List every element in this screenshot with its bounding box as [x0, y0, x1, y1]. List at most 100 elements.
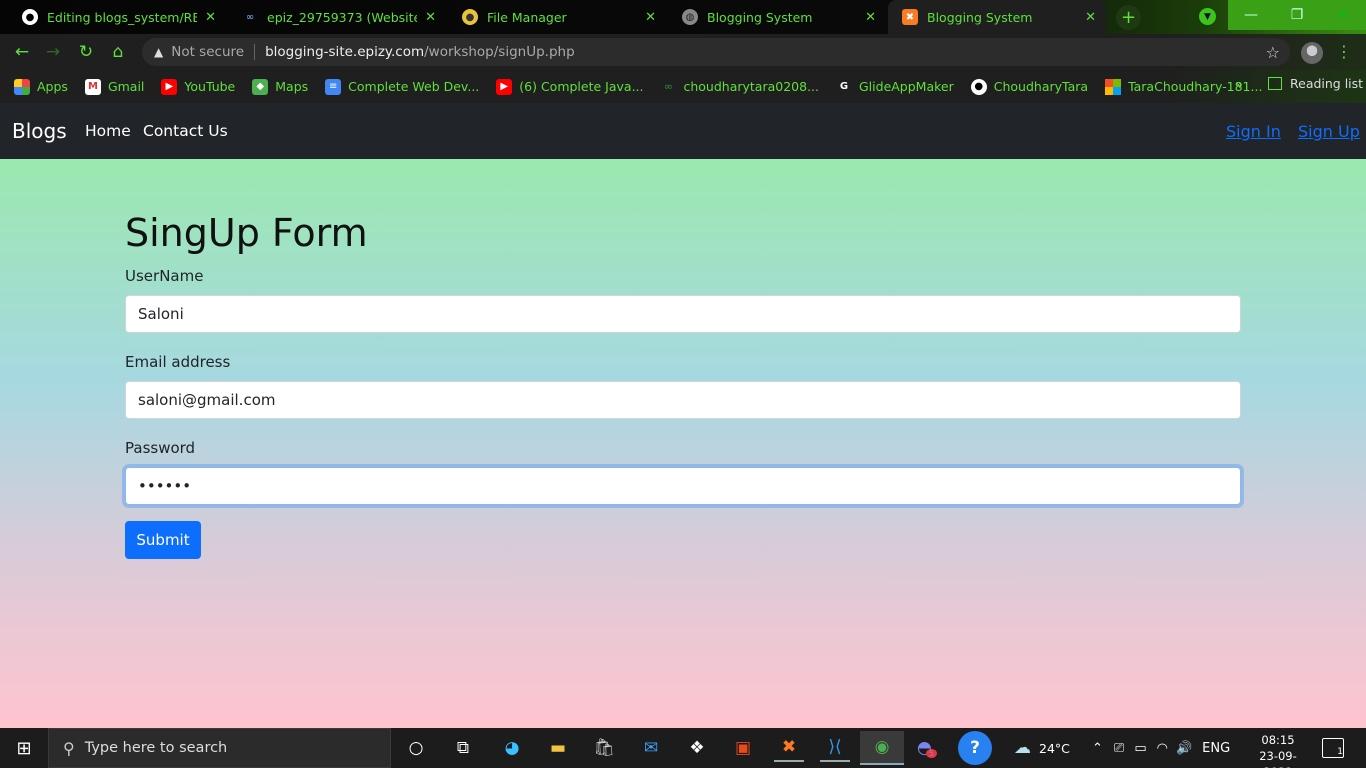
youtube-icon: ▶ — [161, 78, 178, 95]
help-icon[interactable]: ? — [958, 731, 992, 765]
reload-icon[interactable]: ↻ — [74, 41, 98, 63]
github-icon: ● — [22, 9, 38, 25]
password-input[interactable] — [125, 467, 1241, 505]
bookmark-star-icon[interactable]: ☆ — [1266, 43, 1280, 62]
close-icon[interactable]: ✕ — [645, 10, 656, 25]
bookmark-youtube[interactable]: ▶ YouTube — [161, 78, 236, 95]
bookmark-label: ChoudharyTara — [993, 79, 1089, 94]
bookmark-maps[interactable]: ◆ Maps — [252, 78, 309, 95]
windows-start-icon[interactable]: ⊞ — [0, 728, 48, 768]
close-icon[interactable]: ✕ — [1085, 10, 1096, 25]
bookmark-github[interactable]: ● ChoudharyTara — [970, 78, 1089, 95]
new-tab-button[interactable]: + — [1116, 5, 1141, 30]
username-label: UserName — [125, 267, 204, 285]
bookmark-web-dev[interactable]: ≡ Complete Web Dev... — [325, 78, 480, 95]
tab-blogging-system-active[interactable]: ✖ Blogging System ✕ — [888, 0, 1106, 34]
bookmark-gfg[interactable]: ∞ choudharytara0208... — [660, 79, 819, 95]
tray-icons: ⌃ ⎚ ▭ ◠ 🔊 ENG — [1092, 728, 1230, 768]
warning-icon: ▲ — [154, 45, 164, 59]
globe-icon: ◍ — [682, 9, 698, 25]
edge-icon[interactable]: ◕ — [497, 734, 527, 762]
bookmark-apps[interactable]: Apps — [14, 78, 68, 95]
battery-icon[interactable]: ▭ — [1134, 741, 1146, 756]
tab-file-manager[interactable]: ● File Manager ✕ — [448, 0, 666, 34]
close-icon[interactable]: ✕ — [425, 10, 436, 25]
sign-up-link[interactable]: Sign Up — [1298, 122, 1360, 141]
bookmark-label: choudharytara0208... — [683, 79, 819, 94]
dropbox-icon[interactable]: ❖ — [682, 734, 712, 762]
reading-list-label: Reading list — [1290, 76, 1364, 91]
chrome-icon[interactable]: ◉ — [860, 731, 904, 765]
bookmark-label: YouTube — [184, 79, 236, 94]
site-brand[interactable]: Blogs — [12, 119, 67, 143]
task-view-icon[interactable]: ⧉ — [448, 734, 478, 762]
mail-icon[interactable]: ✉ — [636, 734, 666, 762]
chevron-up-icon[interactable]: ⌃ — [1092, 741, 1103, 756]
search-icon: ⚲ — [63, 738, 75, 758]
submit-button[interactable]: Submit — [125, 521, 201, 559]
clock-time: 08:15 — [1261, 733, 1295, 747]
gmail-icon: M — [84, 78, 101, 95]
store-icon[interactable]: 🛍 — [589, 734, 619, 762]
clock[interactable]: 08:15 23-09-2021 — [1250, 732, 1306, 768]
xampp-icon[interactable]: ✖ — [774, 734, 804, 762]
reading-list-button[interactable]: Reading list — [1268, 76, 1363, 91]
notification-center-icon[interactable]: 1 — [1322, 738, 1344, 758]
taskbar: ⊞ ⚲ Type here to search ○ ⧉ ◕ ▬ 🛍 ✉ ❖ ▣ … — [0, 728, 1366, 768]
microsoft-icon — [1105, 78, 1122, 95]
xampp-icon: ✖ — [902, 9, 918, 25]
url-host: blogging-site.epizy.com — [265, 44, 425, 60]
meet-now-icon[interactable]: ⎚ — [1114, 741, 1124, 756]
more-bookmarks-button[interactable]: » — [1235, 78, 1243, 93]
username-input[interactable] — [125, 295, 1241, 333]
bookmark-label: Gmail — [107, 79, 145, 94]
office-icon[interactable]: ▣ — [728, 734, 758, 762]
minimize-button[interactable]: — — [1228, 0, 1274, 30]
discord-icon[interactable]: ◓ 5 — [912, 734, 942, 762]
tab-readme[interactable]: ● Editing blogs_system/READM ✕ — [8, 0, 226, 34]
bookmark-label: GlideAppMaker — [859, 79, 954, 94]
url-path: /workshop/signUp.php — [424, 44, 575, 60]
nav-home-link[interactable]: Home — [85, 122, 131, 140]
restore-button[interactable]: ❐ — [1274, 0, 1320, 30]
language-indicator[interactable]: ENG — [1202, 741, 1230, 756]
bookmark-java[interactable]: ▶ (6) Complete Java... — [496, 78, 644, 95]
tab-title: epiz_29759373 (Website for b — [267, 9, 418, 25]
bookmark-label: (6) Complete Java... — [519, 79, 644, 94]
weather-temp: 24°C — [1039, 740, 1070, 756]
nav-contact-link[interactable]: Contact Us — [143, 122, 228, 140]
back-icon[interactable]: ← — [10, 41, 34, 63]
tab-blogging-system[interactable]: ◍ Blogging System ✕ — [668, 0, 886, 34]
address-bar[interactable]: ▲ Not secure blogging-site.epizy.com /wo… — [142, 38, 1290, 66]
bookmark-gmail[interactable]: M Gmail — [84, 78, 145, 95]
volume-icon[interactable]: 🔊 — [1176, 741, 1192, 756]
discord-badge: 5 — [925, 748, 937, 758]
browser-tab-strip: ● Editing blogs_system/READM ✕ ∞ epiz_29… — [0, 0, 1366, 34]
bookmark-label: Maps — [275, 79, 309, 94]
close-icon[interactable]: ✕ — [205, 10, 216, 25]
tab-title: File Manager — [487, 9, 567, 25]
notification-count: 1 — [1337, 747, 1343, 757]
menu-icon[interactable]: ⋮ — [1336, 42, 1352, 61]
weather-widget[interactable]: ☁ 24°C — [1014, 728, 1070, 768]
tab-title: Editing blogs_system/READM — [47, 9, 198, 25]
sign-in-link[interactable]: Sign In — [1226, 122, 1281, 141]
file-manager-icon: ● — [462, 9, 478, 25]
close-icon[interactable]: ✕ — [865, 10, 876, 25]
email-input[interactable] — [125, 381, 1241, 419]
extension-icon[interactable]: ▼ — [1199, 8, 1216, 25]
taskbar-search-box[interactable]: ⚲ Type here to search — [48, 728, 391, 768]
close-window-button[interactable]: ✕ — [1320, 0, 1366, 30]
profile-avatar[interactable] — [1301, 42, 1323, 64]
web-page: Blogs Home Contact Us Sign In Sign Up Si… — [0, 103, 1366, 728]
bookmark-glide[interactable]: G GlideAppMaker — [836, 79, 954, 95]
tab-epiz[interactable]: ∞ epiz_29759373 (Website for b ✕ — [228, 0, 446, 34]
infinity-icon: ∞ — [245, 11, 255, 23]
wifi-icon[interactable]: ◠ — [1157, 741, 1168, 756]
vscode-icon[interactable]: ⟩⟨ — [820, 734, 850, 762]
home-icon[interactable]: ⌂ — [106, 41, 130, 63]
file-explorer-icon[interactable]: ▬ — [543, 734, 573, 762]
cortana-icon[interactable]: ○ — [401, 734, 431, 762]
forward-icon[interactable]: → — [41, 41, 65, 63]
bookmark-label: Complete Web Dev... — [348, 79, 480, 94]
